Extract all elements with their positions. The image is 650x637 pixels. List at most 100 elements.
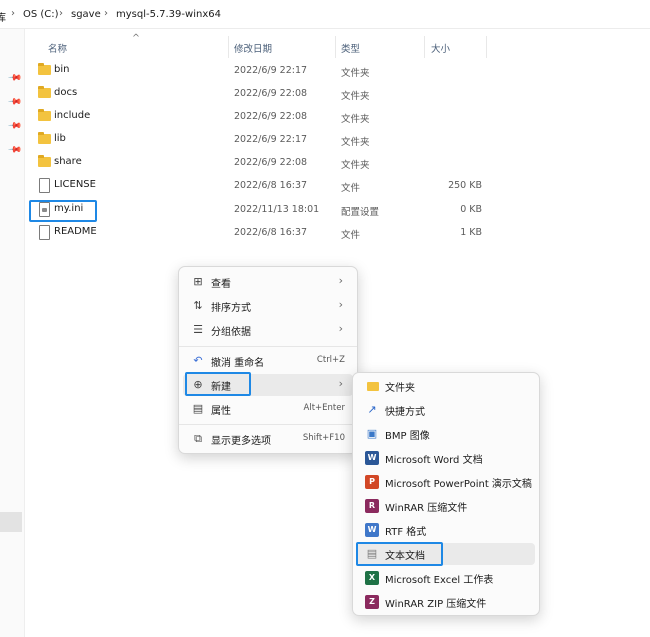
file-date: 2022/6/8 16:37 — [234, 180, 308, 191]
menu-item-view[interactable]: ⊞ 查看 › — [183, 271, 353, 293]
file-name: lib — [54, 133, 66, 144]
file-type: 文件 — [341, 183, 361, 194]
file-row[interactable]: lib 2022/6/9 22:17 文件夹 — [28, 129, 488, 151]
column-divider[interactable] — [424, 36, 425, 58]
file-row[interactable]: README 2022/6/8 16:37 文件 1 KB — [28, 222, 488, 244]
menu-item-label: Microsoft Excel 工作表 — [385, 575, 494, 586]
file-type: 配置设置 — [341, 207, 380, 218]
file-size: 250 KB — [448, 180, 482, 191]
file-name: bin — [54, 64, 70, 75]
menu-item-label: 属性 — [211, 406, 231, 417]
file-row[interactable]: share 2022/6/9 22:08 文件夹 — [28, 152, 488, 174]
breadcrumb-partial[interactable]: 库 — [0, 9, 6, 24]
winrar-icon: R — [365, 499, 379, 513]
column-header-date[interactable]: 修改日期 — [234, 41, 272, 55]
chevron-right-icon: › — [338, 274, 343, 287]
column-divider[interactable] — [228, 36, 229, 58]
file-size: 0 KB — [460, 204, 482, 215]
breadcrumb-folder[interactable]: sgave — [71, 9, 101, 20]
submenu-item-bmp[interactable]: ▣ BMP 图像 — [357, 423, 535, 445]
rtf-icon: W — [365, 523, 379, 537]
excel-icon: X — [365, 571, 379, 585]
group-icon: ☰ — [193, 323, 203, 336]
menu-item-shortcut: Shift+F10 — [302, 433, 345, 443]
submenu-item-winrar-zip[interactable]: Z WinRAR ZIP 压缩文件 — [357, 591, 535, 613]
menu-item-group[interactable]: ☰ 分组依据 › — [183, 319, 353, 341]
annotation-highlight-box — [356, 542, 443, 566]
submenu-item-folder[interactable]: 文件夹 — [357, 375, 535, 397]
file-row[interactable]: docs 2022/6/9 22:08 文件夹 — [28, 83, 488, 105]
new-submenu: 文件夹 ↗ 快捷方式 ▣ BMP 图像 W Microsoft Word 文档 … — [352, 372, 540, 616]
bmp-icon: ▣ — [366, 427, 378, 440]
menu-item-label: 显示更多选项 — [211, 436, 271, 447]
sort-icon: ⇅ — [193, 299, 203, 312]
menu-separator — [179, 424, 357, 425]
file-type: 文件 — [341, 230, 361, 241]
submenu-item-winrar[interactable]: R WinRAR 压缩文件 — [357, 495, 535, 517]
file-type: 文件夹 — [341, 160, 370, 171]
column-divider[interactable] — [486, 36, 487, 58]
file-type: 文件夹 — [341, 137, 370, 148]
menu-item-shortcut: Ctrl+Z — [316, 355, 345, 365]
folder-icon — [38, 132, 51, 144]
menu-item-sort[interactable]: ⇅ 排序方式 › — [183, 295, 353, 317]
column-header-name[interactable]: 名称 — [48, 41, 67, 55]
breadcrumb-current[interactable]: mysql-5.7.39-winx64 — [116, 9, 221, 20]
nav-selected-item[interactable] — [0, 512, 22, 532]
file-row[interactable]: LICENSE 2022/6/8 16:37 文件 250 KB — [28, 175, 488, 197]
submenu-item-excel[interactable]: X Microsoft Excel 工作表 — [357, 567, 535, 589]
column-header-size[interactable]: 大小 — [431, 41, 450, 55]
chevron-right-icon: › — [11, 8, 15, 19]
breadcrumb-drive[interactable]: OS (C:) — [23, 9, 59, 20]
file-row[interactable]: my.ini 2022/11/13 18:01 配置设置 0 KB — [28, 199, 488, 221]
menu-item-undo[interactable]: ↶ 撤消 重命名 Ctrl+Z — [183, 350, 353, 372]
annotation-highlight-box — [185, 372, 251, 396]
navigation-pane[interactable]: 📌 📌 📌 📌 — [0, 29, 25, 637]
pin-icon: 📌 — [7, 142, 23, 158]
menu-item-label: WinRAR ZIP 压缩文件 — [385, 599, 487, 610]
folder-icon — [38, 86, 51, 98]
shortcut-icon: ↗ — [367, 403, 377, 416]
menu-item-label: Microsoft Word 文档 — [385, 455, 483, 466]
file-date: 2022/6/9 22:08 — [234, 88, 308, 99]
annotation-highlight-box — [29, 200, 97, 222]
undo-icon: ↶ — [193, 354, 203, 367]
menu-item-label: 分组依据 — [211, 327, 251, 338]
address-bar[interactable]: 库 › OS (C:) › sgave › mysql-5.7.39-winx6… — [0, 0, 650, 29]
menu-item-label: 文件夹 — [385, 383, 415, 394]
menu-item-properties[interactable]: ▤ 属性 Alt+Enter — [183, 398, 353, 420]
file-type: 文件夹 — [341, 91, 370, 102]
chevron-right-icon: › — [338, 298, 343, 311]
column-divider[interactable] — [335, 36, 336, 58]
file-size: 1 KB — [460, 227, 482, 238]
sort-ascending-icon: ^ — [132, 33, 140, 44]
file-name: include — [54, 110, 91, 121]
pin-icon: 📌 — [7, 70, 23, 86]
menu-item-label: Microsoft PowerPoint 演示文稿 — [385, 479, 532, 490]
chevron-right-icon: › — [59, 8, 63, 19]
menu-item-label: WinRAR 压缩文件 — [385, 503, 468, 514]
column-header-type[interactable]: 类型 — [341, 41, 360, 55]
grid-view-icon: ⊞ — [193, 275, 203, 288]
file-name: LICENSE — [54, 179, 96, 190]
file-name: docs — [54, 87, 78, 98]
file-icon — [39, 225, 50, 240]
file-name: share — [54, 156, 82, 167]
file-row[interactable]: bin 2022/6/9 22:17 文件夹 — [28, 60, 488, 82]
submenu-item-word[interactable]: W Microsoft Word 文档 — [357, 447, 535, 469]
submenu-item-shortcut[interactable]: ↗ 快捷方式 — [357, 399, 535, 421]
file-date: 2022/6/9 22:08 — [234, 157, 308, 168]
file-date: 2022/11/13 18:01 — [234, 204, 320, 215]
menu-item-label: BMP 图像 — [385, 431, 430, 442]
chevron-right-icon: › — [104, 8, 108, 19]
menu-item-more-options[interactable]: ⧉ 显示更多选项 Shift+F10 — [183, 428, 353, 450]
menu-item-label: 查看 — [211, 279, 231, 290]
word-icon: W — [365, 451, 379, 465]
context-menu: ⊞ 查看 › ⇅ 排序方式 › ☰ 分组依据 › ↶ 撤消 重命名 Ctrl+Z… — [178, 266, 358, 454]
submenu-item-rtf[interactable]: W RTF 格式 — [357, 519, 535, 541]
file-date: 2022/6/9 22:17 — [234, 134, 308, 145]
menu-item-label: RTF 格式 — [385, 527, 427, 538]
chevron-right-icon: › — [338, 322, 343, 335]
file-row[interactable]: include 2022/6/9 22:08 文件夹 — [28, 106, 488, 128]
submenu-item-powerpoint[interactable]: P Microsoft PowerPoint 演示文稿 — [357, 471, 535, 493]
